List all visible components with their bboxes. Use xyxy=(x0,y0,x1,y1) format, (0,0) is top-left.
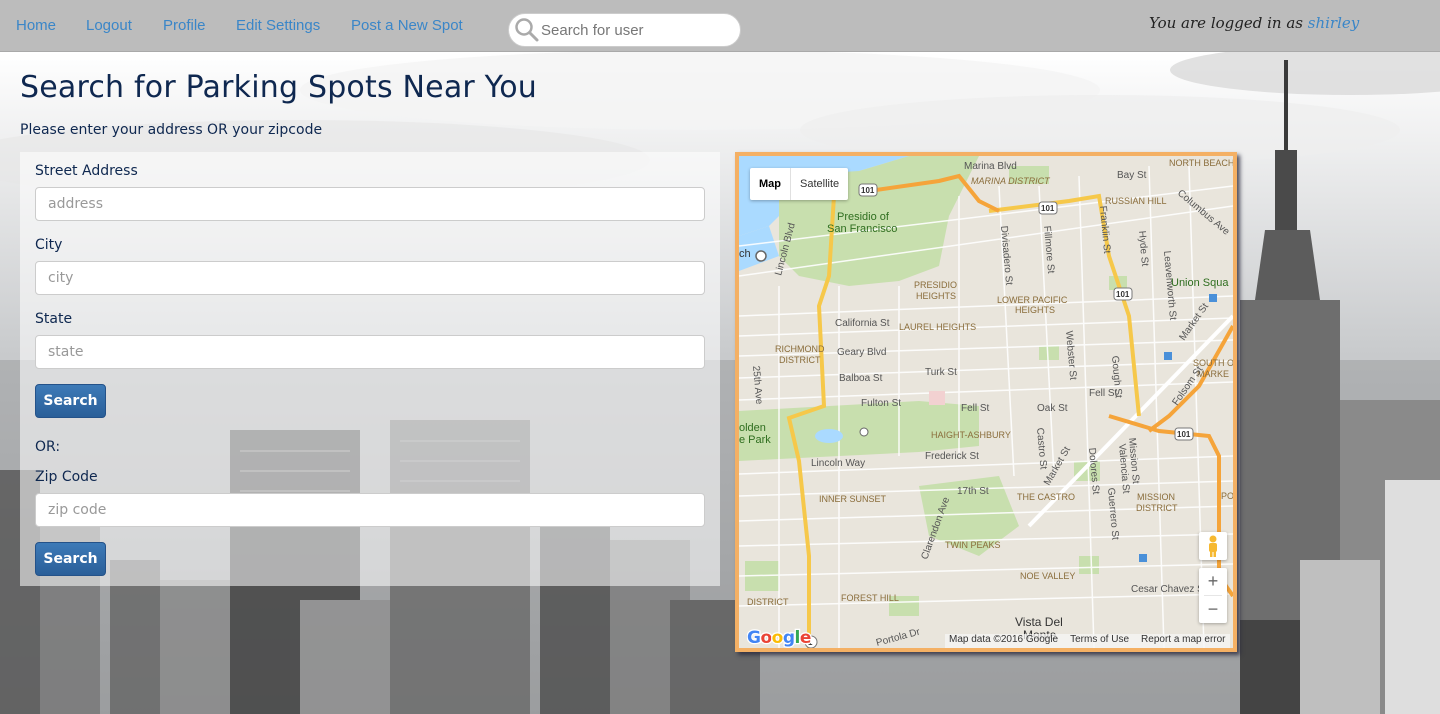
map-canvas[interactable]: Marina Blvd NORTH BEACH MARINA DISTRICT … xyxy=(739,156,1233,648)
page-subtitle: Please enter your address OR your zipcod… xyxy=(20,122,323,138)
google-logo-text: Google xyxy=(747,628,811,648)
username-link[interactable]: shirley xyxy=(1308,14,1359,32)
street-view-pegman-icon[interactable] xyxy=(1199,532,1227,560)
map-label-inner-sunset: INNER SUNSET xyxy=(819,494,887,504)
map-label-balboa-st: Balboa St xyxy=(839,373,883,384)
map-label-haight-ashbury: HAIGHT-ASHBURY xyxy=(931,430,1011,440)
map-label-mission-district-1: MISSION xyxy=(1137,492,1175,502)
map-type-map-button[interactable]: Map xyxy=(750,168,791,200)
highway-shield-101: 101 xyxy=(1038,201,1058,215)
google-logo[interactable]: Google xyxy=(746,626,817,648)
report-map-error-link[interactable]: Report a map error xyxy=(1141,634,1225,648)
svg-text:101: 101 xyxy=(1116,290,1130,299)
nav-logout-link[interactable]: Logout xyxy=(86,17,132,34)
logged-in-prefix: You are logged in as xyxy=(1149,14,1303,32)
map-label-oak-st: Oak St xyxy=(1037,403,1068,414)
zoom-control: + − xyxy=(1199,568,1227,623)
map-label-forest-hill: FOREST HILL xyxy=(841,593,899,603)
map-label-california-st: California St xyxy=(835,318,890,329)
street-address-label: Street Address xyxy=(35,163,138,179)
search-form-panel: Street Address City State Search OR: Zip… xyxy=(20,152,720,586)
map-label-cesar-chavez: Cesar Chavez St xyxy=(1131,584,1207,595)
transit-icon[interactable] xyxy=(1139,554,1147,562)
street-address-input[interactable] xyxy=(35,187,705,221)
highway-shield-101: 101 xyxy=(1174,427,1194,441)
map-widget[interactable]: Marina Blvd NORTH BEACH MARINA DISTRICT … xyxy=(735,152,1237,652)
svg-text:101: 101 xyxy=(1177,430,1191,439)
nav-home-link[interactable]: Home xyxy=(16,17,56,34)
terms-of-use-link[interactable]: Terms of Use xyxy=(1070,634,1129,648)
logged-in-status: You are logged in as shirley xyxy=(1149,14,1359,32)
map-label-presidio-2: San Francisco xyxy=(827,223,897,235)
nav-edit-settings-link[interactable]: Edit Settings xyxy=(236,17,320,34)
map-label-russian-hill: RUSSIAN HILL xyxy=(1105,196,1167,206)
map-label-frederick-st: Frederick St xyxy=(925,451,979,462)
map-label-17th-st: 17th St xyxy=(957,486,989,497)
map-label-the-castro: THE CASTRO xyxy=(1017,492,1075,502)
map-label-north-beach: NORTH BEACH xyxy=(1169,158,1233,168)
map-label-fell-st-2: Fell St xyxy=(1089,388,1118,399)
zip-code-input[interactable] xyxy=(35,493,705,527)
user-search-input[interactable] xyxy=(541,21,731,39)
map-label-bay-st: Bay St xyxy=(1117,170,1147,181)
map-label-laurel-heights: LAUREL HEIGHTS xyxy=(899,322,976,332)
map-type-control: Map Satellite xyxy=(750,168,849,200)
map-label-lower-pacific-2: HEIGHTS xyxy=(1015,305,1055,315)
city-input[interactable] xyxy=(35,261,705,295)
svg-text:101: 101 xyxy=(861,186,875,195)
map-label-twin-peaks: TWIN PEAKS xyxy=(945,540,1001,550)
state-label: State xyxy=(35,311,73,327)
user-search-box[interactable] xyxy=(508,13,741,47)
map-label-pot: POT xyxy=(1221,491,1233,501)
map-label-noe-valley: NOE VALLEY xyxy=(1020,571,1075,581)
map-label-golden-2: e Park xyxy=(739,434,771,446)
map-label-mission-district-2: DISTRICT xyxy=(1136,503,1178,513)
map-label-lincoln-way: Lincoln Way xyxy=(811,458,865,469)
map-label-golden-1: olden xyxy=(739,422,766,434)
map-poi-marker[interactable] xyxy=(859,427,869,437)
map-footer: Map data ©2016 Google Terms of Use Repor… xyxy=(945,634,1230,648)
map-label-geary-blvd: Geary Blvd xyxy=(837,347,886,358)
map-label-richmond-1: RICHMOND xyxy=(775,344,825,354)
zoom-out-button[interactable]: − xyxy=(1199,596,1227,623)
map-label-district: DISTRICT xyxy=(747,597,789,607)
zip-search-button[interactable]: Search xyxy=(35,542,106,576)
highway-shield-101: 101 xyxy=(858,183,878,197)
map-label-fell-st-1: Fell St xyxy=(961,403,990,414)
map-data-credit: Map data ©2016 Google xyxy=(949,634,1059,645)
map-label-richmond-2: DISTRICT xyxy=(779,355,821,365)
zoom-in-button[interactable]: + xyxy=(1199,568,1227,595)
map-label-presidio-heights-2: HEIGHTS xyxy=(916,291,956,301)
map-label-vista-1: Vista Del xyxy=(1015,615,1063,629)
map-label-lower-pacific-1: LOWER PACIFIC xyxy=(997,295,1068,305)
highway-shield-101: 101 xyxy=(1113,287,1133,301)
address-search-button[interactable]: Search xyxy=(35,384,106,418)
map-label-ch: ch xyxy=(739,248,751,260)
state-input[interactable] xyxy=(35,335,705,369)
nav-profile-link[interactable]: Profile xyxy=(163,17,206,34)
map-poi-marker[interactable] xyxy=(755,250,767,262)
nav-post-spot-link[interactable]: Post a New Spot xyxy=(351,17,463,34)
transit-icon[interactable] xyxy=(1164,352,1172,360)
map-label-marina-blvd: Marina Blvd xyxy=(964,161,1017,172)
map-type-satellite-button[interactable]: Satellite xyxy=(791,168,848,200)
google-logo-graphic: Google xyxy=(746,627,813,648)
map-label-presidio-1: Presidio of xyxy=(837,211,890,223)
page-title: Search for Parking Spots Near You xyxy=(20,70,537,105)
transit-icon[interactable] xyxy=(1209,294,1217,302)
map-label-marina-district: MARINA DISTRICT xyxy=(971,176,1051,186)
zip-code-label: Zip Code xyxy=(35,469,98,485)
or-label: OR: xyxy=(35,439,61,455)
map-label-union-square: Union Squa xyxy=(1171,277,1229,289)
city-label: City xyxy=(35,237,63,253)
search-icon xyxy=(513,16,541,44)
map-label-fulton-st: Fulton St xyxy=(861,398,901,409)
svg-text:101: 101 xyxy=(1041,204,1055,213)
map-label-presidio-heights-1: PRESIDIO xyxy=(914,280,957,290)
top-navbar: Home Logout Profile Edit Settings Post a… xyxy=(0,0,1440,52)
map-label-turk-st: Turk St xyxy=(925,367,957,378)
